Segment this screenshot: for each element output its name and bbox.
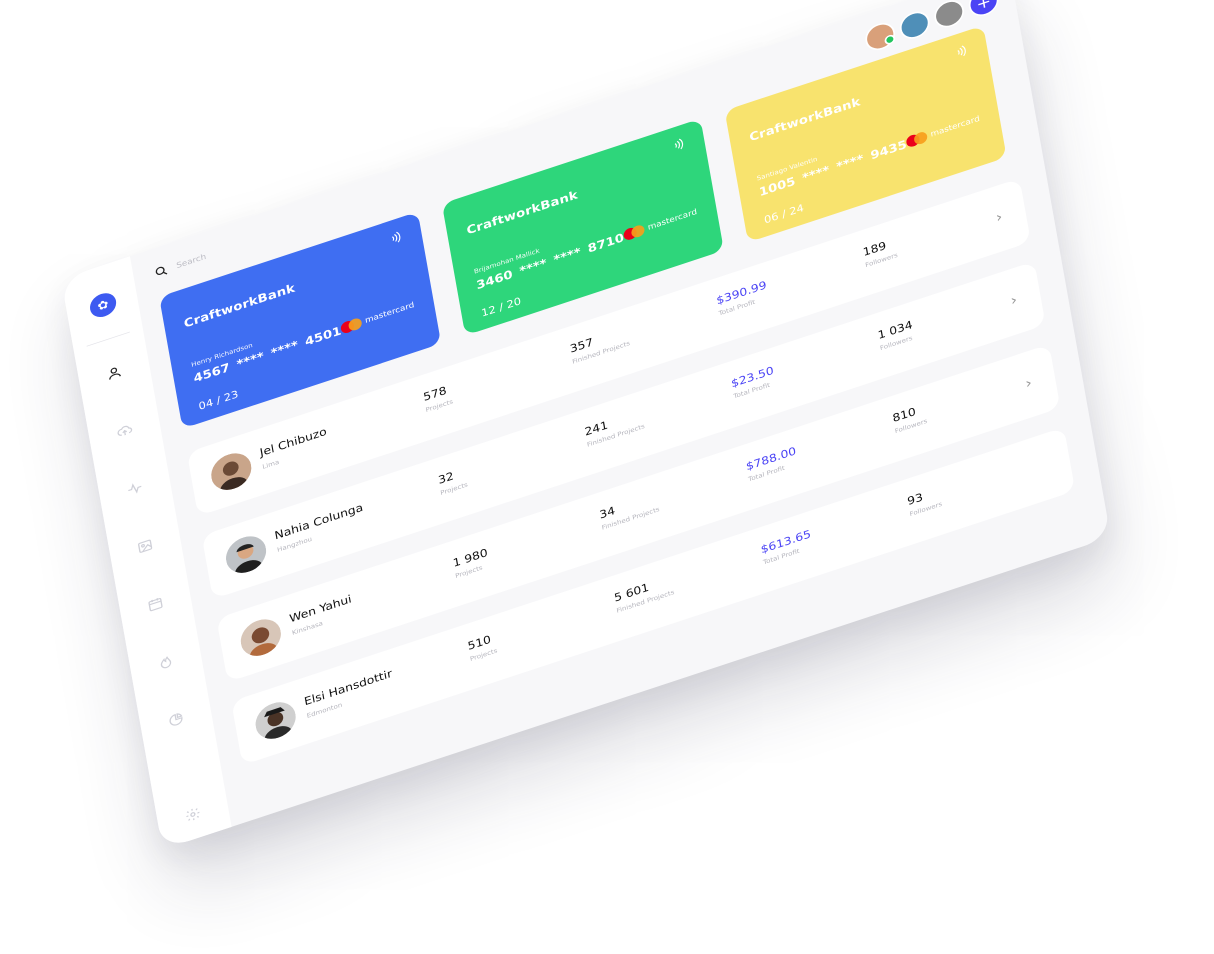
user-name: Jel Chibuzo: [258, 425, 328, 460]
flame-icon[interactable]: [154, 650, 178, 675]
followers-stat: 93 Followers: [906, 486, 942, 518]
avatar[interactable]: [932, 0, 967, 32]
online-indicator: [883, 33, 896, 46]
profit-stat: $390.99 Total Profit: [716, 279, 770, 317]
avatar[interactable]: [897, 7, 932, 43]
finished-stat: 34 Finished Projects: [599, 491, 660, 532]
profit-stat: $613.65 Total Profit: [760, 528, 814, 566]
user-name: Nahia Colunga: [273, 501, 365, 543]
avatar: [208, 448, 255, 496]
sidebar-divider: [86, 331, 130, 347]
chevron-right-icon[interactable]: ›: [991, 208, 1007, 227]
card-brand-label: mastercard: [364, 300, 415, 326]
card-brand-label: mastercard: [647, 207, 698, 233]
card-brand: mastercard: [905, 113, 981, 149]
calendar-icon[interactable]: [143, 592, 167, 617]
mastercard-icon: [905, 130, 929, 149]
activity-icon[interactable]: [123, 476, 147, 501]
projects-stat: 510 Projects: [467, 632, 498, 663]
avatar: [237, 613, 284, 662]
avatar: [223, 530, 269, 579]
dashboard-window: ✿ Search + CraftworkBank Henry Richardso…: [61, 0, 1111, 850]
followers-stat: 1 034 Followers: [877, 319, 915, 352]
avatar[interactable]: [863, 19, 898, 54]
profit-stat: $23.50 Total Profit: [730, 365, 776, 400]
projects-stat: 32 Projects: [437, 466, 468, 497]
contactless-icon: [674, 138, 684, 150]
add-button[interactable]: +: [966, 0, 1001, 20]
search-icon: [155, 266, 168, 275]
gear-icon[interactable]: [181, 802, 205, 827]
cloud-upload-icon[interactable]: [113, 418, 137, 443]
finished-stat: 357 Finished Projects: [569, 325, 630, 365]
followers-stat: 189 Followers: [862, 237, 898, 269]
card-bank-name: CraftworkBank: [748, 94, 862, 145]
finished-stat: 5 601 Finished Projects: [613, 574, 674, 614]
profit-stat: $788.00 Total Profit: [745, 445, 799, 483]
leaf-icon[interactable]: ✿: [88, 289, 118, 321]
chevron-right-icon[interactable]: ›: [1006, 291, 1022, 310]
contactless-icon: [957, 45, 966, 57]
image-icon[interactable]: [133, 534, 157, 559]
avatar: [252, 696, 299, 745]
card-expiry: 12 / 20: [480, 295, 522, 320]
contactless-icon: [391, 231, 401, 243]
user-icon[interactable]: [102, 361, 126, 386]
mastercard-icon: [622, 223, 646, 242]
projects-stat: 1 980 Projects: [452, 547, 490, 580]
projects-stat: 578 Projects: [422, 383, 453, 414]
user-city: Lima: [261, 458, 280, 471]
card-brand: mastercard: [340, 299, 415, 335]
card-expiry: 04 / 23: [197, 388, 240, 413]
chevron-right-icon[interactable]: ›: [1021, 374, 1037, 393]
card-brand-label: mastercard: [929, 114, 981, 139]
user-name: Elsi Hansdottir: [303, 667, 394, 709]
mastercard-icon: [340, 316, 363, 335]
card-brand: mastercard: [622, 206, 698, 242]
stage: ✿ Search + CraftworkBank Henry Richardso…: [0, 0, 1214, 954]
card-expiry: 06 / 24: [763, 202, 805, 227]
pie-chart-icon[interactable]: [164, 707, 188, 732]
card-bank-name: CraftworkBank: [465, 187, 579, 238]
card-bank-name: CraftworkBank: [182, 280, 297, 331]
finished-stat: 241 Finished Projects: [584, 408, 645, 448]
followers-stat: 810 Followers: [892, 403, 928, 435]
